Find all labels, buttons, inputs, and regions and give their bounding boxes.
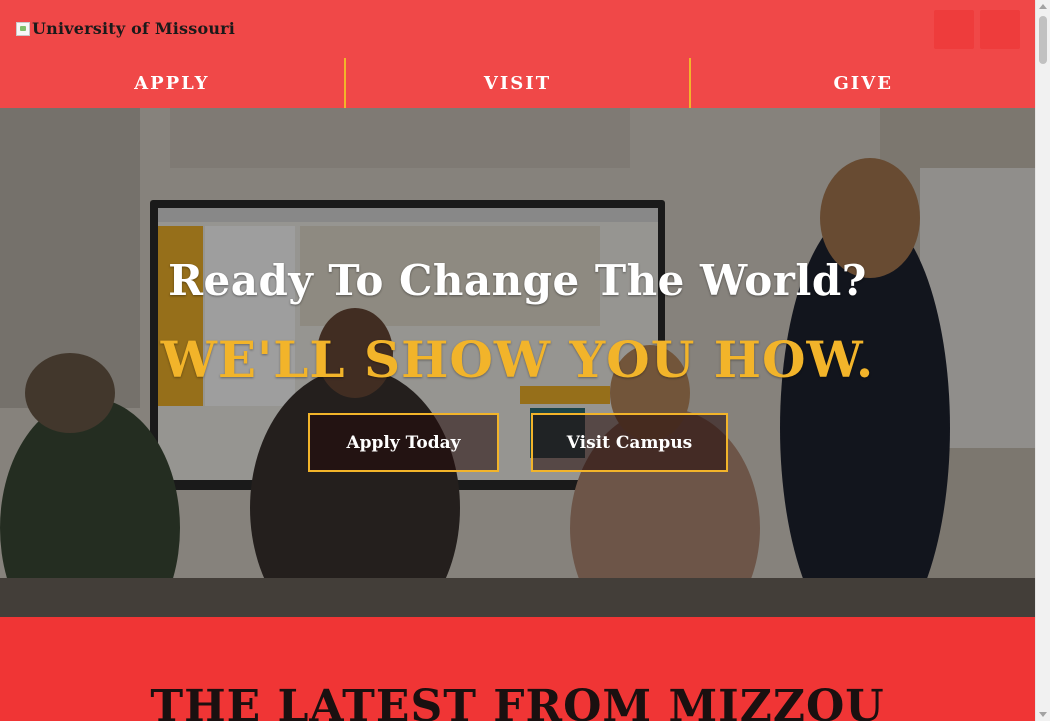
- hero-subtitle: WE'LL SHOW YOU HOW.: [160, 330, 875, 389]
- latest-section-title: THE LATEST FROM MIZZOU: [150, 681, 885, 721]
- latest-news-section: THE LATEST FROM MIZZOU: [0, 617, 1035, 721]
- scroll-thumb[interactable]: [1039, 16, 1047, 64]
- menu-button[interactable]: [980, 10, 1020, 49]
- search-button[interactable]: [934, 10, 974, 49]
- site-header: University of Missouri: [0, 0, 1035, 58]
- logo-alt-text: University of Missouri: [32, 19, 236, 38]
- nav-visit[interactable]: VISIT: [346, 58, 690, 108]
- hero-title: Ready To Change The World?: [168, 256, 867, 305]
- scroll-up-arrow-icon[interactable]: [1039, 4, 1047, 9]
- nav-apply[interactable]: APPLY: [0, 58, 344, 108]
- broken-image-icon: [16, 21, 30, 36]
- page: University of Missouri APPLY VISIT GIVE: [0, 0, 1035, 721]
- main-nav: APPLY VISIT GIVE: [0, 58, 1035, 108]
- site-logo[interactable]: University of Missouri: [16, 19, 235, 38]
- hero-section: Ready To Change The World? WE'LL SHOW YO…: [0, 108, 1035, 617]
- visit-campus-button[interactable]: Visit Campus: [531, 413, 728, 472]
- page-scrollbar[interactable]: [1035, 0, 1050, 721]
- apply-today-button[interactable]: Apply Today: [308, 413, 499, 472]
- nav-give[interactable]: GIVE: [691, 58, 1035, 108]
- scroll-down-arrow-icon[interactable]: [1039, 712, 1047, 717]
